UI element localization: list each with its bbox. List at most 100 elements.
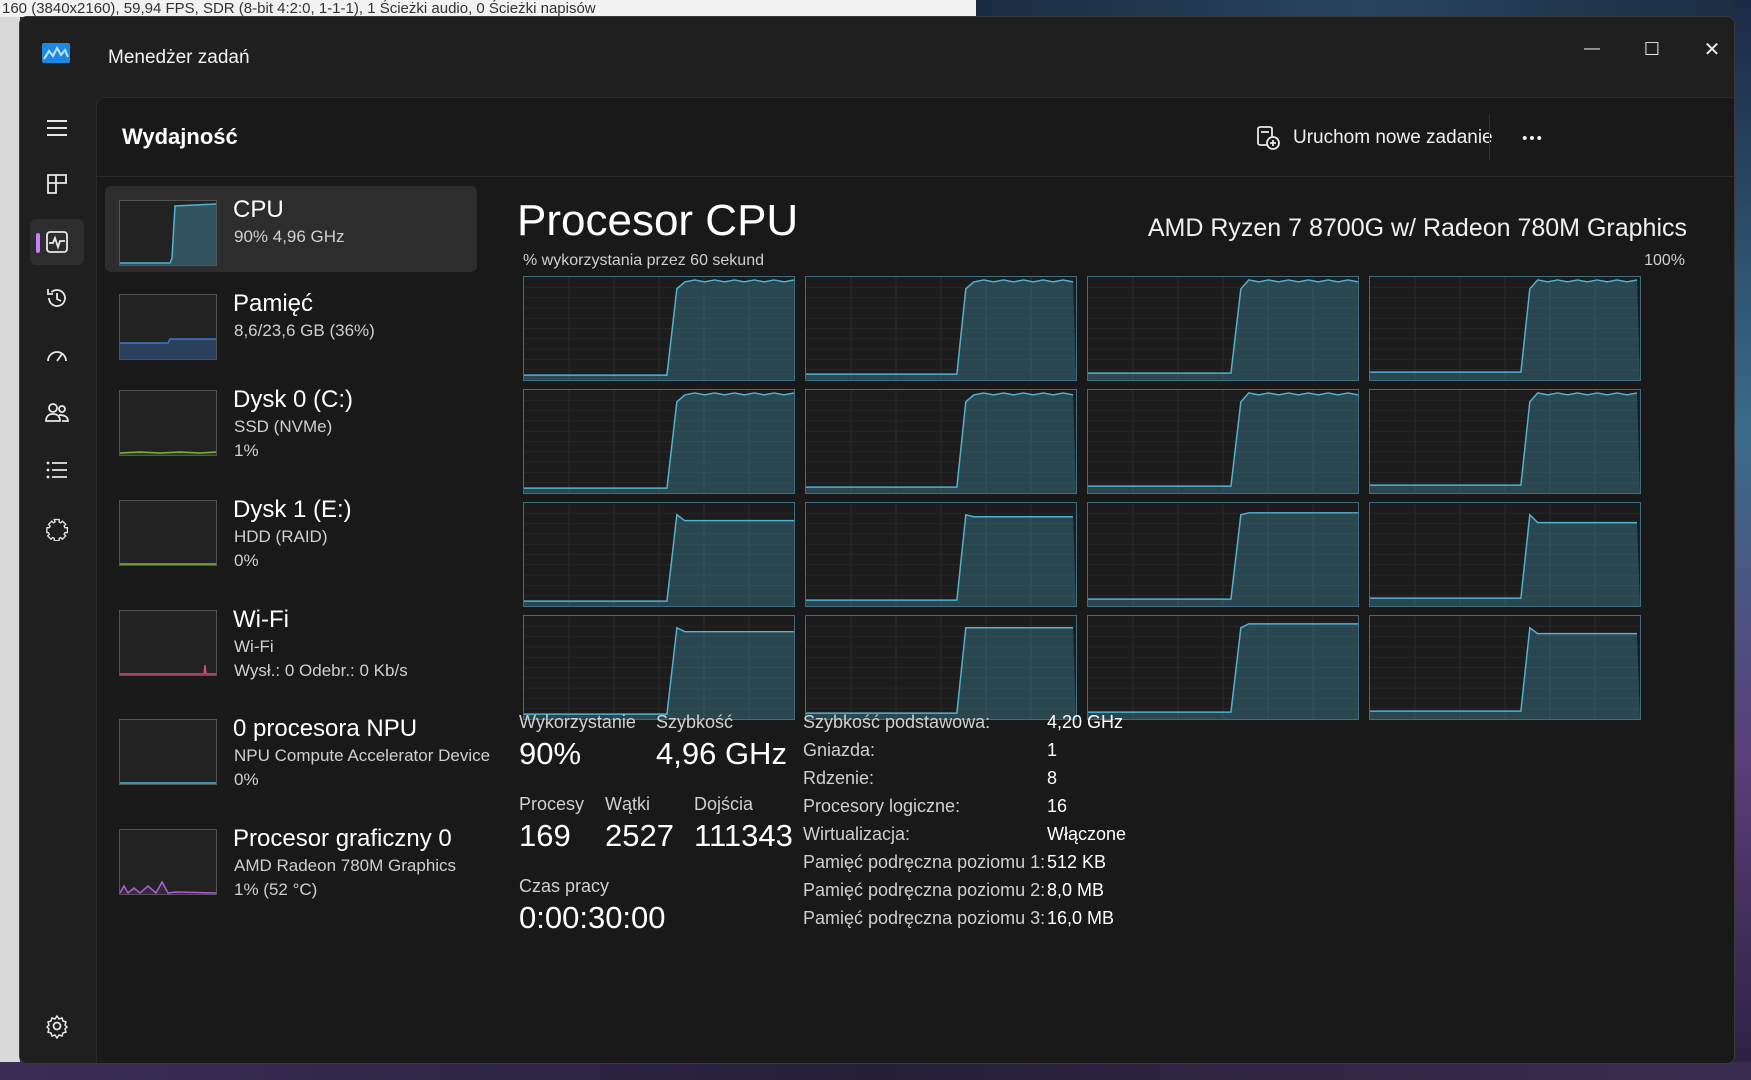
minimize-button[interactable]: — xyxy=(1566,31,1618,67)
utilization-label: Wykorzystanie xyxy=(519,712,636,732)
logical-processor-graph xyxy=(1369,615,1641,720)
nav-app-history[interactable] xyxy=(30,275,84,321)
spec-value: 4,20 GHz xyxy=(1047,712,1124,732)
graph-max-label: 100% xyxy=(1644,252,1685,269)
device-usage: 1% (52 °C) xyxy=(234,880,318,899)
nav-services[interactable] xyxy=(30,505,84,551)
logical-processor-graph xyxy=(1087,389,1359,494)
nav-processes[interactable] xyxy=(30,161,84,207)
logical-processor-graph xyxy=(1087,502,1359,607)
logical-processor-graph xyxy=(805,615,1077,720)
logical-processor-graph xyxy=(1369,276,1641,381)
device-usage: 1% xyxy=(234,441,259,460)
spec-value: 16,0 MB xyxy=(1047,908,1115,928)
more-icon: ••• xyxy=(1522,129,1544,147)
device-item[interactable]: 0 procesora NPU NPU Compute Accelerator D… xyxy=(105,705,490,805)
title-bar[interactable]: Menedżer zadań — ☐ ✕ xyxy=(20,17,1734,97)
device-thumbnail-graph xyxy=(119,390,217,456)
device-item[interactable]: CPU 90% 4,96 GHz xyxy=(105,186,477,272)
spec-label: Szybkość podstawowa: xyxy=(803,712,991,732)
processes-label: Procesy xyxy=(519,794,585,814)
nav-details[interactable] xyxy=(30,447,84,493)
threads-label: Wątki xyxy=(605,794,650,814)
device-item[interactable]: Procesor graficzny 0 AMD Radeon 780M Grap… xyxy=(105,815,477,915)
close-button[interactable]: ✕ xyxy=(1686,31,1734,67)
task-manager-app-icon xyxy=(42,43,70,63)
device-item[interactable]: Dysk 0 (C:) SSD (NVMe) 1% xyxy=(105,376,477,476)
run-new-task-button[interactable]: Uruchom nowe zadanie xyxy=(1255,118,1493,158)
device-detail: 8,6/23,6 GB (36%) xyxy=(234,321,375,340)
header-divider xyxy=(1489,114,1490,160)
device-thumbnail-graph xyxy=(119,610,217,676)
hamburger-menu-icon xyxy=(47,120,67,136)
app-history-icon xyxy=(47,289,66,307)
processes-value: 169 xyxy=(519,818,571,853)
page-title: Wydajność xyxy=(122,124,238,149)
services-icon xyxy=(46,518,69,541)
maximize-button[interactable]: ☐ xyxy=(1626,31,1678,67)
spec-label: Pamięć podręczna poziomu 3: xyxy=(803,908,1046,928)
spec-value: 512 KB xyxy=(1047,852,1107,872)
spec-value: 16 xyxy=(1047,796,1068,816)
device-thumbnail-graph xyxy=(119,719,217,785)
spec-label: Pamięć podręczna poziomu 1: xyxy=(803,852,1046,872)
spec-value: 1 xyxy=(1047,740,1058,760)
device-name: Dysk 1 (E:) xyxy=(233,496,352,523)
device-thumbnail-graph xyxy=(119,294,217,360)
spec-label: Pamięć podręczna poziomu 2: xyxy=(803,880,1046,900)
desktop-wallpaper-bottom xyxy=(0,1062,1751,1080)
device-usage: 0% xyxy=(234,770,259,789)
logical-processor-graph xyxy=(523,276,795,381)
desktop-wallpaper-right xyxy=(1733,0,1751,1080)
logical-processor-graph xyxy=(1087,276,1359,381)
device-thumbnail-graph xyxy=(119,200,217,266)
device-usage: Wysł.: 0 Odebr.: 0 Kb/s xyxy=(234,661,408,680)
nav-startup-apps[interactable] xyxy=(30,333,84,379)
logical-processor-graphs xyxy=(523,276,1641,724)
logical-processor-graph xyxy=(805,502,1077,607)
logical-processor-graph xyxy=(805,276,1077,381)
cpu-model: AMD Ryzen 7 8700G w/ Radeon 780M Graphic… xyxy=(1147,214,1687,242)
performance-icon xyxy=(46,231,68,253)
performance-content: Wydajność Uruchom nowe zadanie ••• CPU 90… xyxy=(96,97,1734,1063)
minimize-icon: — xyxy=(1584,40,1600,57)
settings-button[interactable] xyxy=(30,1003,84,1049)
processes-icon xyxy=(47,174,67,194)
logical-processor-graph xyxy=(523,615,795,720)
navigation-rail xyxy=(20,97,96,1063)
spec-label: Rdzenie: xyxy=(803,768,875,788)
device-name: Pamięć xyxy=(233,290,314,317)
device-detail: AMD Radeon 780M Graphics xyxy=(234,856,457,875)
maximize-icon: ☐ xyxy=(1643,38,1661,59)
more-options-button[interactable]: ••• xyxy=(1511,118,1555,158)
details-icon xyxy=(46,461,67,479)
desktop-wallpaper xyxy=(976,0,1751,17)
spec-value: 8 xyxy=(1047,768,1058,788)
startup-apps-icon xyxy=(47,351,67,362)
spec-value: Włączone xyxy=(1047,824,1127,844)
device-thumbnail-graph xyxy=(119,500,217,566)
page-header: Wydajność Uruchom nowe zadanie ••• xyxy=(97,98,1734,177)
logical-processor-graph xyxy=(523,389,795,494)
uptime-value: 0:00:30:00 xyxy=(519,900,666,935)
device-item[interactable]: Dysk 1 (E:) HDD (RAID) 0% xyxy=(105,486,477,586)
device-name: Procesor graficzny 0 xyxy=(233,825,452,852)
users-icon xyxy=(45,403,69,422)
nav-performance[interactable] xyxy=(30,219,84,265)
logical-processor-graph xyxy=(523,502,795,607)
nav-users[interactable] xyxy=(30,389,84,435)
background-window-edge xyxy=(0,17,20,1080)
spec-label: Wirtualizacja: xyxy=(803,824,911,844)
device-detail: 90% 4,96 GHz xyxy=(234,227,345,246)
speed-label: Szybkość xyxy=(656,712,734,732)
device-name: Dysk 0 (C:) xyxy=(233,386,353,413)
device-item[interactable]: Pamięć 8,6/23,6 GB (36%) xyxy=(105,280,477,366)
logical-processor-graph xyxy=(805,389,1077,494)
device-name: 0 procesora NPU xyxy=(233,715,418,742)
device-detail: NPU Compute Accelerator Device xyxy=(234,746,491,765)
settings-gear-icon xyxy=(45,1014,69,1039)
device-item[interactable]: Wi-Fi Wi-Fi Wysł.: 0 Odebr.: 0 Kb/s xyxy=(105,596,477,696)
window-title: Menedżer zadań xyxy=(108,47,250,68)
hamburger-menu-button[interactable] xyxy=(30,105,84,151)
graph-caption: % wykorzystania przez 60 sekund xyxy=(523,252,764,269)
